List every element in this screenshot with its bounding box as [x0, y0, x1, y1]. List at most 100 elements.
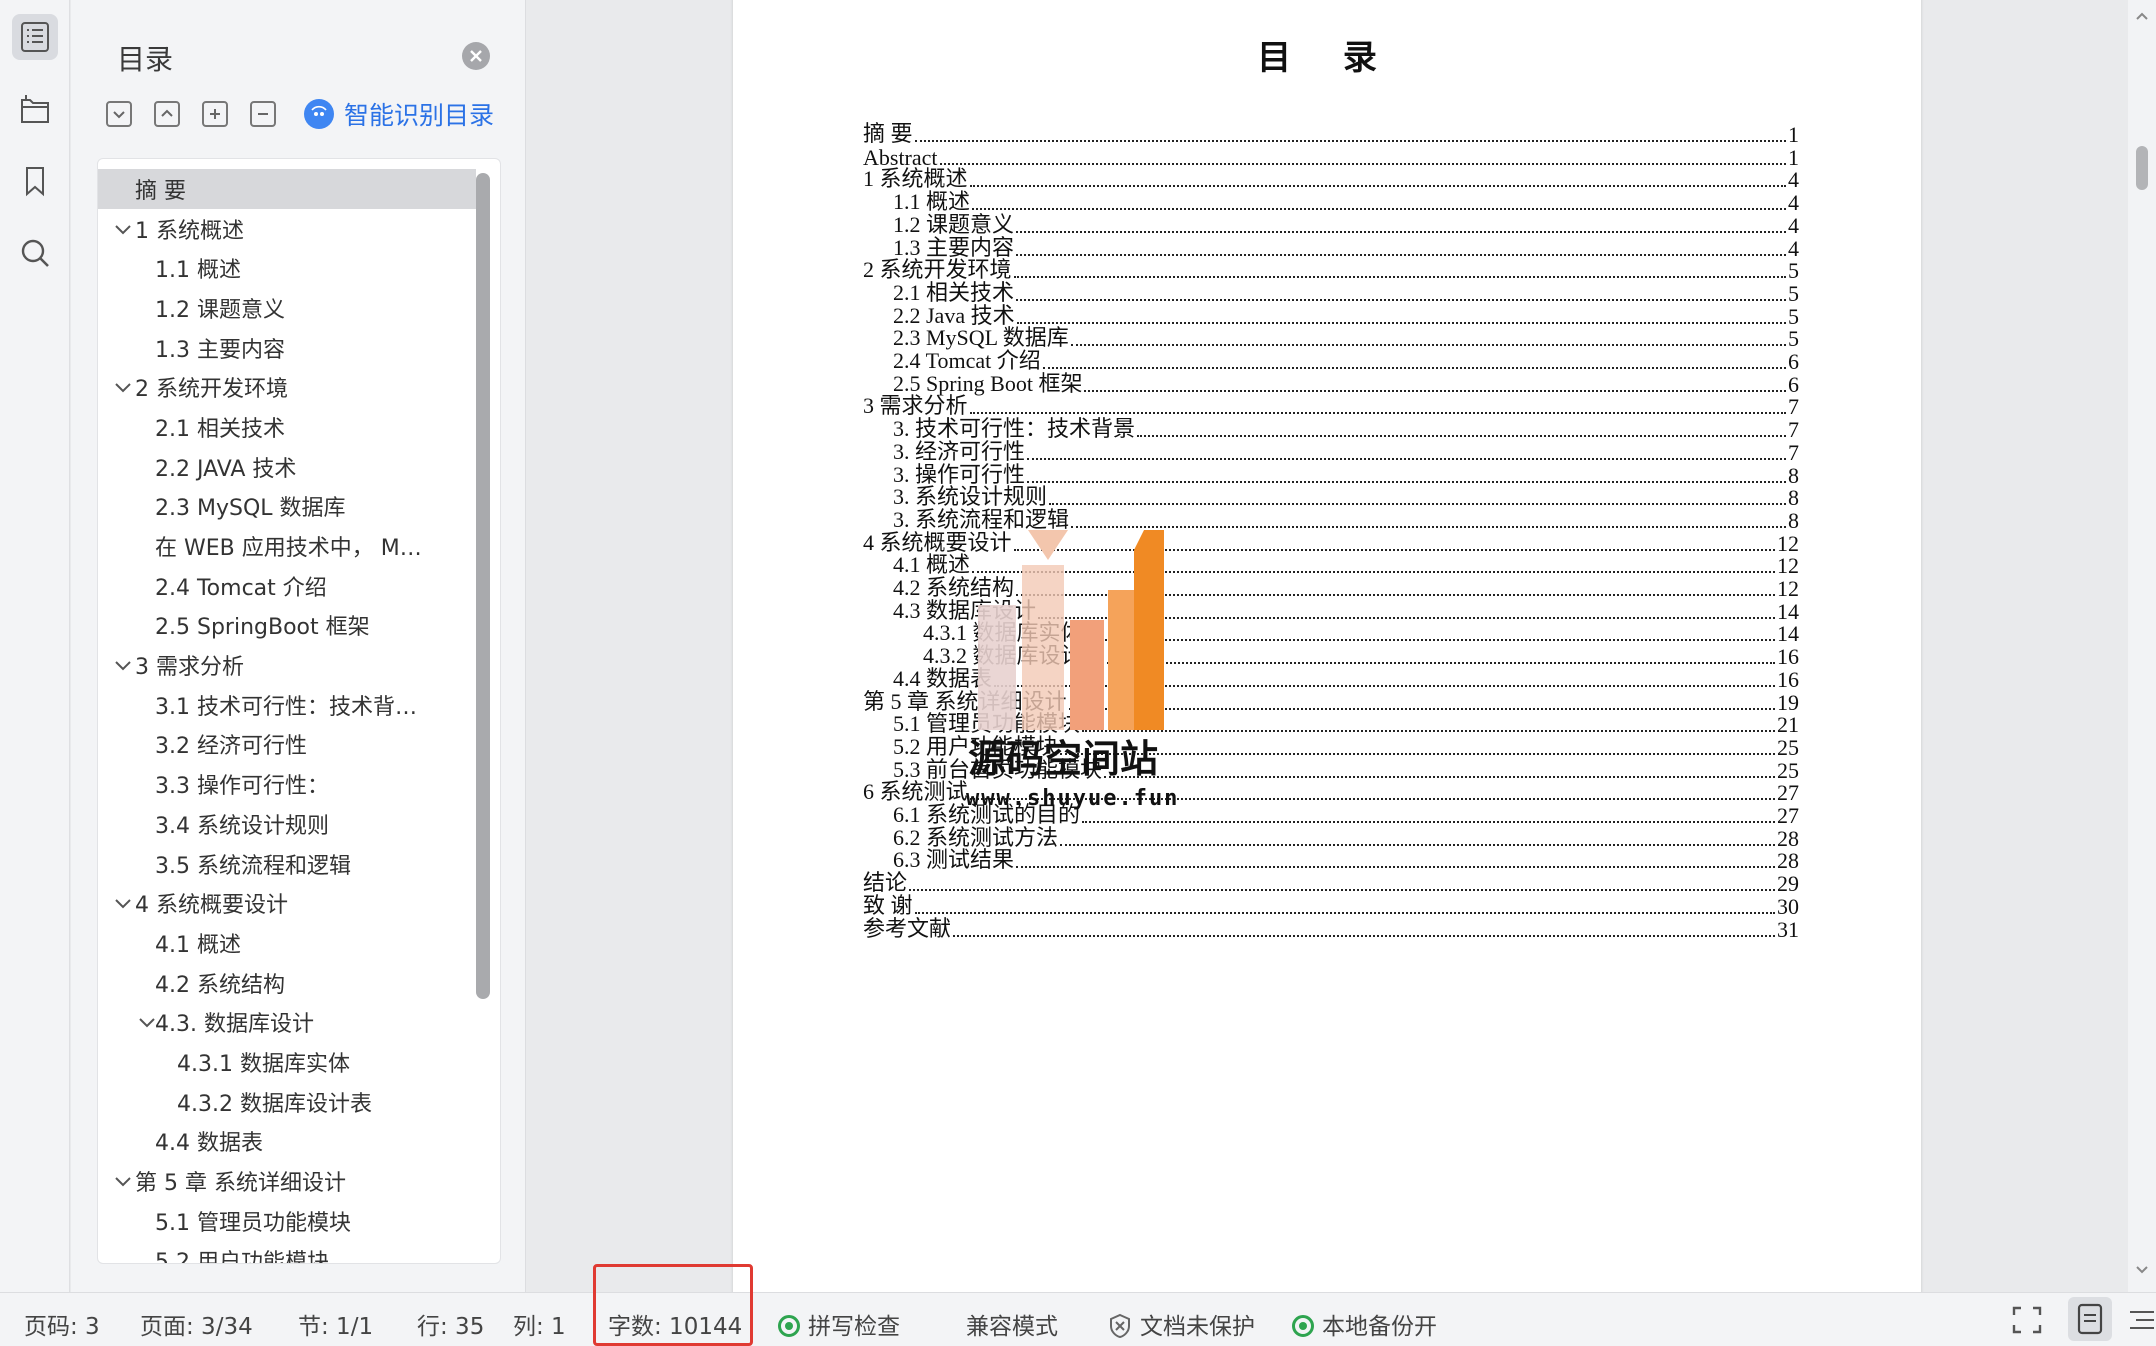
toc-tree-item-label: 2.1 相关技术: [155, 416, 285, 442]
toc-tree-item[interactable]: 1.1 概述: [98, 248, 476, 288]
chevron-down-icon[interactable]: [113, 893, 133, 913]
toc-tree-item[interactable]: 1.3 主要内容: [98, 328, 476, 368]
toc-tree-item[interactable]: 2.1 相关技术: [98, 407, 476, 447]
toc-tree-item[interactable]: 3.4 系统设计规则: [98, 804, 476, 844]
local-backup-status-icon: [1292, 1315, 1314, 1337]
toc-tree-item-label: 1.3 主要内容: [155, 337, 285, 363]
toc-tree-item[interactable]: 在 WEB 应用技术中， M…: [98, 526, 476, 566]
toc-tree-item[interactable]: 3.3 操作可行性：: [98, 764, 476, 804]
close-icon[interactable]: [462, 42, 490, 70]
document-scrollbar[interactable]: [2128, 0, 2156, 1292]
doc-protect-label: 文档未保护: [1140, 1314, 1255, 1340]
toc-tree-item[interactable]: 2.3 MySQL 数据库: [98, 487, 476, 527]
toc-tree-item[interactable]: 2 系统开发环境: [98, 367, 476, 407]
toc-tree-item[interactable]: 2.5 SpringBoot 框架: [98, 606, 476, 646]
toc-tree-item-label: 3.2 经济可行性: [155, 734, 307, 760]
toc-tree-item[interactable]: 2.4 Tomcat 介绍: [98, 566, 476, 606]
toc-tree-item[interactable]: 3.5 系统流程和逻辑: [98, 844, 476, 884]
search-icon[interactable]: [12, 230, 58, 276]
toc-tree-item-label: 3.5 系统流程和逻辑: [155, 853, 351, 879]
collapse-down-icon[interactable]: [106, 101, 132, 127]
toc-scrollbar[interactable]: [476, 173, 490, 999]
shield-icon: [1110, 1313, 1130, 1339]
toc-tree-item[interactable]: 4.3. 数据库设计: [98, 1002, 476, 1042]
chevron-down-icon[interactable]: [113, 1171, 133, 1191]
toc-line-leader: [953, 934, 1775, 937]
page-view-button[interactable]: [2068, 1297, 2112, 1341]
toc-tree-item-label: 1.2 课题意义: [155, 297, 285, 323]
status-column: 列: 1: [513, 1314, 566, 1340]
outline-view-icon[interactable]: [2128, 1304, 2156, 1336]
document-area: 目 录 摘 要 1 Abstract 1 1 系统概述 4 1.1 概述 4 1.2 课题意义 4…: [527, 0, 2127, 1292]
doc-protect-button[interactable]: 文档未保护: [1108, 1307, 1255, 1341]
toc-tree: 摘 要 1 系统概述 1.1 概述 1.2 课题意义 1.3 主要内容 2 系统开发环境 2…: [97, 158, 501, 1264]
chevron-down-icon[interactable]: [113, 655, 133, 675]
toc-line-title: 参考文献: [863, 915, 952, 941]
status-row: 行: 35: [417, 1314, 485, 1340]
toc-toolbar: 智能识别目录: [106, 96, 494, 132]
watermark-url: www.shuyue.fun: [966, 786, 1180, 811]
spell-check-button[interactable]: 拼写检查: [778, 1307, 900, 1341]
remove-heading-icon[interactable]: [250, 101, 276, 127]
toc-tree-item-label: 1 系统概述: [135, 218, 244, 244]
toc-tree-item-label: 摘 要: [135, 178, 186, 204]
toc-tree-item-label: 3.4 系统设计规则: [155, 813, 329, 839]
toc-tree-item[interactable]: 1.2 课题意义: [98, 288, 476, 328]
status-page[interactable]: 页面: 3/34: [140, 1307, 253, 1341]
toc-icon[interactable]: [12, 14, 58, 60]
status-page-code: 页码: 3: [24, 1314, 100, 1340]
toc-tree-item-label: 在 WEB 应用技术中， M…: [155, 536, 422, 562]
toc-tree-item[interactable]: 4.3.2 数据库设计表: [98, 1082, 476, 1122]
smart-recognize-toc-button[interactable]: 智能识别目录: [304, 96, 494, 132]
toc-tree-item-label: 4.2 系统结构: [155, 972, 285, 998]
chevron-down-icon[interactable]: [113, 377, 133, 397]
add-heading-icon[interactable]: [202, 101, 228, 127]
chevron-down-icon[interactable]: [137, 1012, 157, 1032]
status-section: 节: 1/1: [298, 1314, 374, 1340]
toc-tree-item[interactable]: 3.1 技术可行性：技术背…: [98, 685, 476, 725]
chevron-down-icon[interactable]: [113, 219, 133, 239]
toc-tree-item-label: 4.3.1 数据库实体: [177, 1051, 350, 1077]
smart-recognize-icon: [304, 99, 334, 129]
scrollbar-thumb[interactable]: [2136, 146, 2148, 190]
scroll-up-icon[interactable]: [2134, 8, 2150, 24]
toc-tree-item[interactable]: 4.1 概述: [98, 923, 476, 963]
page-title: 目 录: [1257, 38, 1397, 78]
bookmark-icon[interactable]: [12, 158, 58, 204]
toc-line[interactable]: 参考文献 31: [863, 913, 1799, 943]
toc-tree-item-label: 4.3. 数据库设计: [155, 1012, 314, 1038]
toc-tree-item-label: 3.1 技术可行性：技术背…: [155, 694, 417, 720]
scroll-down-icon[interactable]: [2134, 1262, 2150, 1278]
toc-tree-item[interactable]: 4.3.1 数据库实体: [98, 1042, 476, 1082]
toc-tree-item-label: 第 5 章 系统详细设计: [135, 1171, 346, 1197]
collapse-up-icon[interactable]: [154, 101, 180, 127]
toc-tree-item[interactable]: 5.2 用户功能模块: [98, 1241, 476, 1264]
toc-tree-item-label: 1.1 概述: [155, 258, 241, 284]
smart-recognize-label: 智能识别目录: [344, 101, 495, 130]
toc-tree-item[interactable]: 4 系统概要设计: [98, 883, 476, 923]
toc-tree-item[interactable]: 1 系统概述: [98, 209, 476, 249]
toc-tree-item[interactable]: 3 需求分析: [98, 645, 476, 685]
toc-tree-item-label: 4 系统概要设计: [135, 893, 288, 919]
toc-tree-item-label: 5.2 用户功能模块: [155, 1250, 329, 1264]
toc-tree-item[interactable]: 摘 要: [98, 169, 476, 209]
document-page: 目 录 摘 要 1 Abstract 1 1 系统概述 4 1.1 概述 4 1.2 课题意义 4…: [733, 0, 1921, 1292]
word-count-highlight-box: [593, 1264, 753, 1346]
toc-tree-item[interactable]: 2.2 JAVA 技术: [98, 447, 476, 487]
toc-tree-item[interactable]: 5.1 管理员功能模块: [98, 1201, 476, 1241]
local-backup-button[interactable]: 本地备份开: [1292, 1307, 1437, 1341]
toc-tree-item[interactable]: 第 5 章 系统详细设计: [98, 1161, 476, 1201]
spell-check-status-icon: [778, 1315, 800, 1337]
navigation-icon[interactable]: [12, 86, 58, 132]
local-backup-label: 本地备份开: [1322, 1314, 1437, 1340]
toc-tree-item[interactable]: 4.4 数据表: [98, 1122, 476, 1162]
toc-tree-item-label: 5.1 管理员功能模块: [155, 1210, 351, 1236]
fullscreen-icon[interactable]: [2010, 1304, 2044, 1336]
toc-tree-item[interactable]: 4.2 系统结构: [98, 963, 476, 1003]
left-icon-rail: [0, 0, 70, 1292]
toc-tree-item-label: 4.3.2 数据库设计表: [177, 1091, 372, 1117]
toc-panel: 目录 智能识别目录 摘 要 1 系统概述 1.1 概述 1.2 课题意义 1.3 主要内…: [71, 0, 526, 1292]
toc-tree-list: 摘 要 1 系统概述 1.1 概述 1.2 课题意义 1.3 主要内容 2 系统开发环境 2…: [98, 169, 476, 1264]
watermark-title: 源码空间站: [968, 737, 1159, 781]
toc-tree-item[interactable]: 3.2 经济可行性: [98, 725, 476, 765]
